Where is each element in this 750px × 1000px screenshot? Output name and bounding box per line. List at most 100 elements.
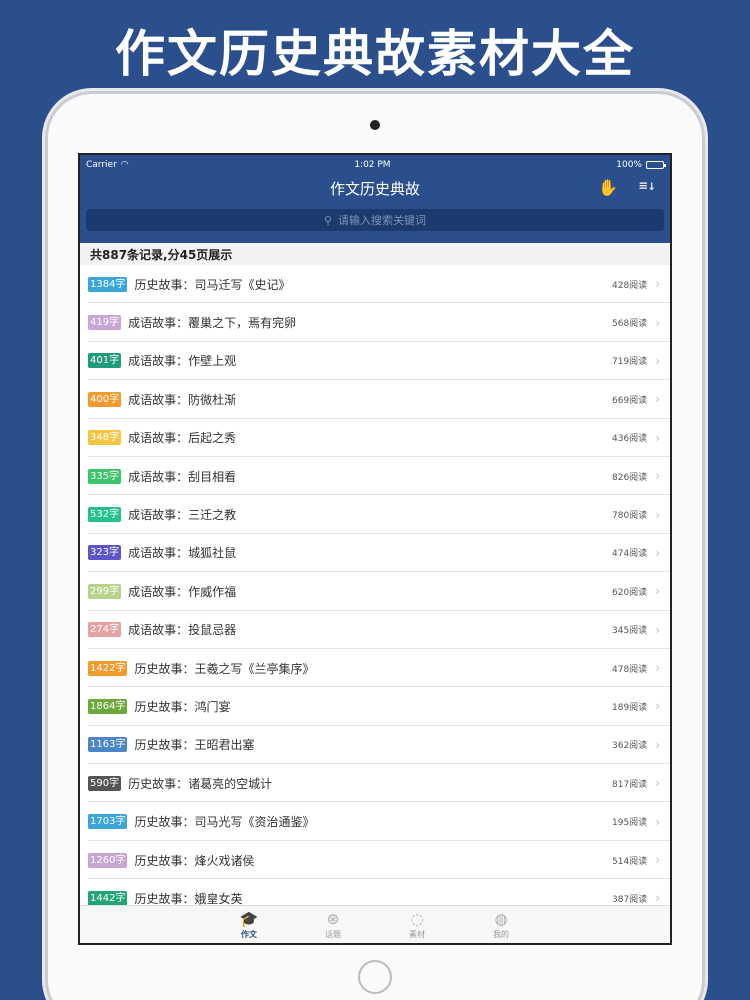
item-title: 历史故事：王羲之写《兰亭集序》 — [134, 661, 315, 676]
tab-label: 话题 — [325, 930, 341, 939]
item-title: 成语故事：刮目相看 — [128, 469, 237, 484]
chevron-right-icon: › — [655, 737, 660, 752]
wifi-icon: ◠ — [120, 160, 129, 170]
tablet-frame: Carrier ◠ 1:02 PM 100% 作文历史典故 ✋ ≡↓ ⚲ 请输入… — [48, 94, 702, 1000]
chevron-right-icon: › — [655, 392, 660, 407]
item-title: 历史故事：司马迁写《史记》 — [134, 277, 291, 292]
read-count: 719阅读 — [612, 357, 648, 368]
chevron-right-icon: › — [655, 469, 660, 484]
list-item[interactable]: 532字 成语故事：三迁之教 780阅读 › — [80, 495, 670, 535]
search-icon: ⚲ — [323, 213, 333, 227]
list-item[interactable]: 1422字 历史故事：王羲之写《兰亭集序》 478阅读 › — [80, 649, 670, 688]
read-count: 428阅读 — [612, 280, 648, 291]
word-count-badge: 348字 — [88, 430, 122, 446]
word-count-badge: 419字 — [88, 315, 122, 331]
list-item[interactable]: 590字 历史故事：诸葛亮的空城计 817阅读 › — [80, 764, 670, 803]
item-title: 历史故事：诸葛亮的空城计 — [128, 776, 273, 791]
word-count-badge: 401字 — [88, 353, 122, 369]
read-count: 189阅读 — [612, 702, 648, 713]
word-count-badge: 590字 — [88, 775, 122, 791]
item-title: 成语故事：作威作福 — [128, 584, 237, 599]
chevron-right-icon: › — [655, 814, 660, 829]
word-count-badge: 1384字 — [88, 276, 128, 292]
chevron-right-icon: › — [655, 430, 660, 445]
read-count: 195阅读 — [612, 818, 648, 829]
word-count-badge: 1260字 — [88, 852, 128, 868]
list-item[interactable]: 1384字 历史故事：司马迁写《史记》 428阅读 › — [80, 265, 670, 304]
list-item[interactable]: 1864字 历史故事：鸿门宴 189阅读 › — [80, 687, 670, 727]
camera-icon — [370, 120, 380, 130]
list-item[interactable]: 1260字 历史故事：烽火戏诸侯 514阅读 › — [80, 841, 670, 880]
tab-label: 素材 — [409, 930, 425, 939]
word-count-badge: 299字 — [88, 583, 122, 599]
tab-label: 作文 — [241, 930, 257, 939]
list-item[interactable]: 400字 成语故事：防微杜渐 669阅读 › — [80, 380, 670, 419]
list-item[interactable]: 419字 成语故事：覆巢之下，焉有完卵 568阅读 › — [80, 303, 670, 343]
item-title: 成语故事：投鼠忌器 — [128, 623, 237, 638]
search-input[interactable]: ⚲ 请输入搜索关键词 — [86, 209, 664, 231]
read-count: 780阅读 — [612, 511, 648, 522]
hand-icon[interactable]: ✋ — [598, 178, 618, 197]
search-placeholder: 请输入搜索关键词 — [338, 214, 427, 227]
article-list: 1384字 历史故事：司马迁写《史记》 428阅读 › 419字 成语故事：覆巢之下，焉有… — [80, 265, 670, 919]
read-count: 817阅读 — [612, 779, 648, 790]
tab-2[interactable]: ◌ 素材 — [375, 906, 459, 943]
list-item[interactable]: 1703字 历史故事：司马光写《资治通鉴》 195阅读 › — [80, 802, 670, 842]
app-screen: Carrier ◠ 1:02 PM 100% 作文历史典故 ✋ ≡↓ ⚲ 请输入… — [78, 153, 672, 945]
item-title: 成语故事：作壁上观 — [128, 354, 237, 369]
chevron-right-icon: › — [655, 776, 660, 791]
word-count-badge: 532字 — [88, 507, 122, 523]
status-bar: Carrier ◠ 1:02 PM 100% — [80, 155, 670, 175]
chevron-right-icon: › — [655, 507, 660, 522]
promo-title: 作文历史典故素材大全 — [115, 25, 635, 83]
list-item[interactable]: 401字 成语故事：作壁上观 719阅读 › — [80, 342, 670, 381]
aperture-icon: ⊛ — [326, 910, 340, 928]
word-count-badge: 1163字 — [88, 737, 128, 753]
read-count: 387阅读 — [612, 894, 648, 905]
word-count-badge: 1442字 — [88, 890, 128, 906]
word-count-badge: 323字 — [88, 545, 122, 561]
tab-3[interactable]: ◍ 我的 — [459, 906, 543, 943]
read-count: 345阅读 — [612, 626, 648, 637]
page-title: 作文历史典故 — [329, 179, 420, 198]
item-title: 成语故事：覆巢之下，焉有完卵 — [128, 316, 297, 331]
word-count-badge: 400字 — [88, 391, 122, 407]
chevron-right-icon: › — [655, 891, 660, 906]
graduation-cap-icon: 🎓 — [239, 910, 259, 928]
chevron-right-icon: › — [655, 545, 660, 560]
read-count: 436阅读 — [612, 434, 648, 445]
home-button[interactable] — [358, 960, 392, 994]
sort-icon[interactable]: ≡↓ — [639, 178, 656, 194]
list-item[interactable]: 274字 成语故事：投鼠忌器 345阅读 › — [80, 611, 670, 650]
tab-0[interactable]: 🎓 作文 — [207, 906, 291, 943]
chevron-right-icon: › — [655, 315, 660, 330]
chevron-right-icon: › — [655, 853, 660, 868]
records-summary: 共887条记录,分45页展示 — [80, 243, 670, 265]
item-title: 历史故事：王昭君出塞 — [134, 738, 255, 753]
list-item[interactable]: 348字 成语故事：后起之秀 436阅读 › — [80, 419, 670, 458]
list-item[interactable]: 323字 成语故事：城狐社鼠 474阅读 › — [80, 534, 670, 573]
item-title: 成语故事：三迁之教 — [128, 508, 237, 523]
chevron-right-icon: › — [655, 622, 660, 637]
item-title: 成语故事：后起之秀 — [128, 431, 237, 446]
list-item[interactable]: 335字 成语故事：刮目相看 826阅读 › — [80, 457, 670, 496]
read-count: 620阅读 — [612, 587, 648, 598]
word-count-badge: 1864字 — [88, 698, 128, 714]
lightbulb-icon: ◌ — [410, 910, 424, 928]
chevron-right-icon: › — [655, 699, 660, 714]
read-count: 669阅读 — [612, 395, 648, 406]
list-item[interactable]: 299字 成语故事：作威作福 620阅读 › — [80, 572, 670, 611]
word-count-badge: 274字 — [88, 622, 122, 638]
chevron-right-icon: › — [655, 353, 660, 368]
item-title: 历史故事：司马光写《资治通鉴》 — [134, 815, 315, 830]
list-item[interactable]: 1163字 历史故事：王昭君出塞 362阅读 › — [80, 726, 670, 765]
battery-icon — [645, 161, 666, 169]
read-count: 474阅读 — [612, 549, 648, 560]
tab-1[interactable]: ⊛ 话题 — [291, 906, 375, 943]
chevron-right-icon: › — [655, 277, 660, 292]
carrier-label: Carrier — [86, 160, 117, 170]
tab-label: 我的 — [493, 930, 509, 939]
user-icon: ◍ — [494, 910, 508, 928]
word-count-badge: 335字 — [88, 468, 122, 484]
read-count: 826阅读 — [612, 472, 648, 483]
